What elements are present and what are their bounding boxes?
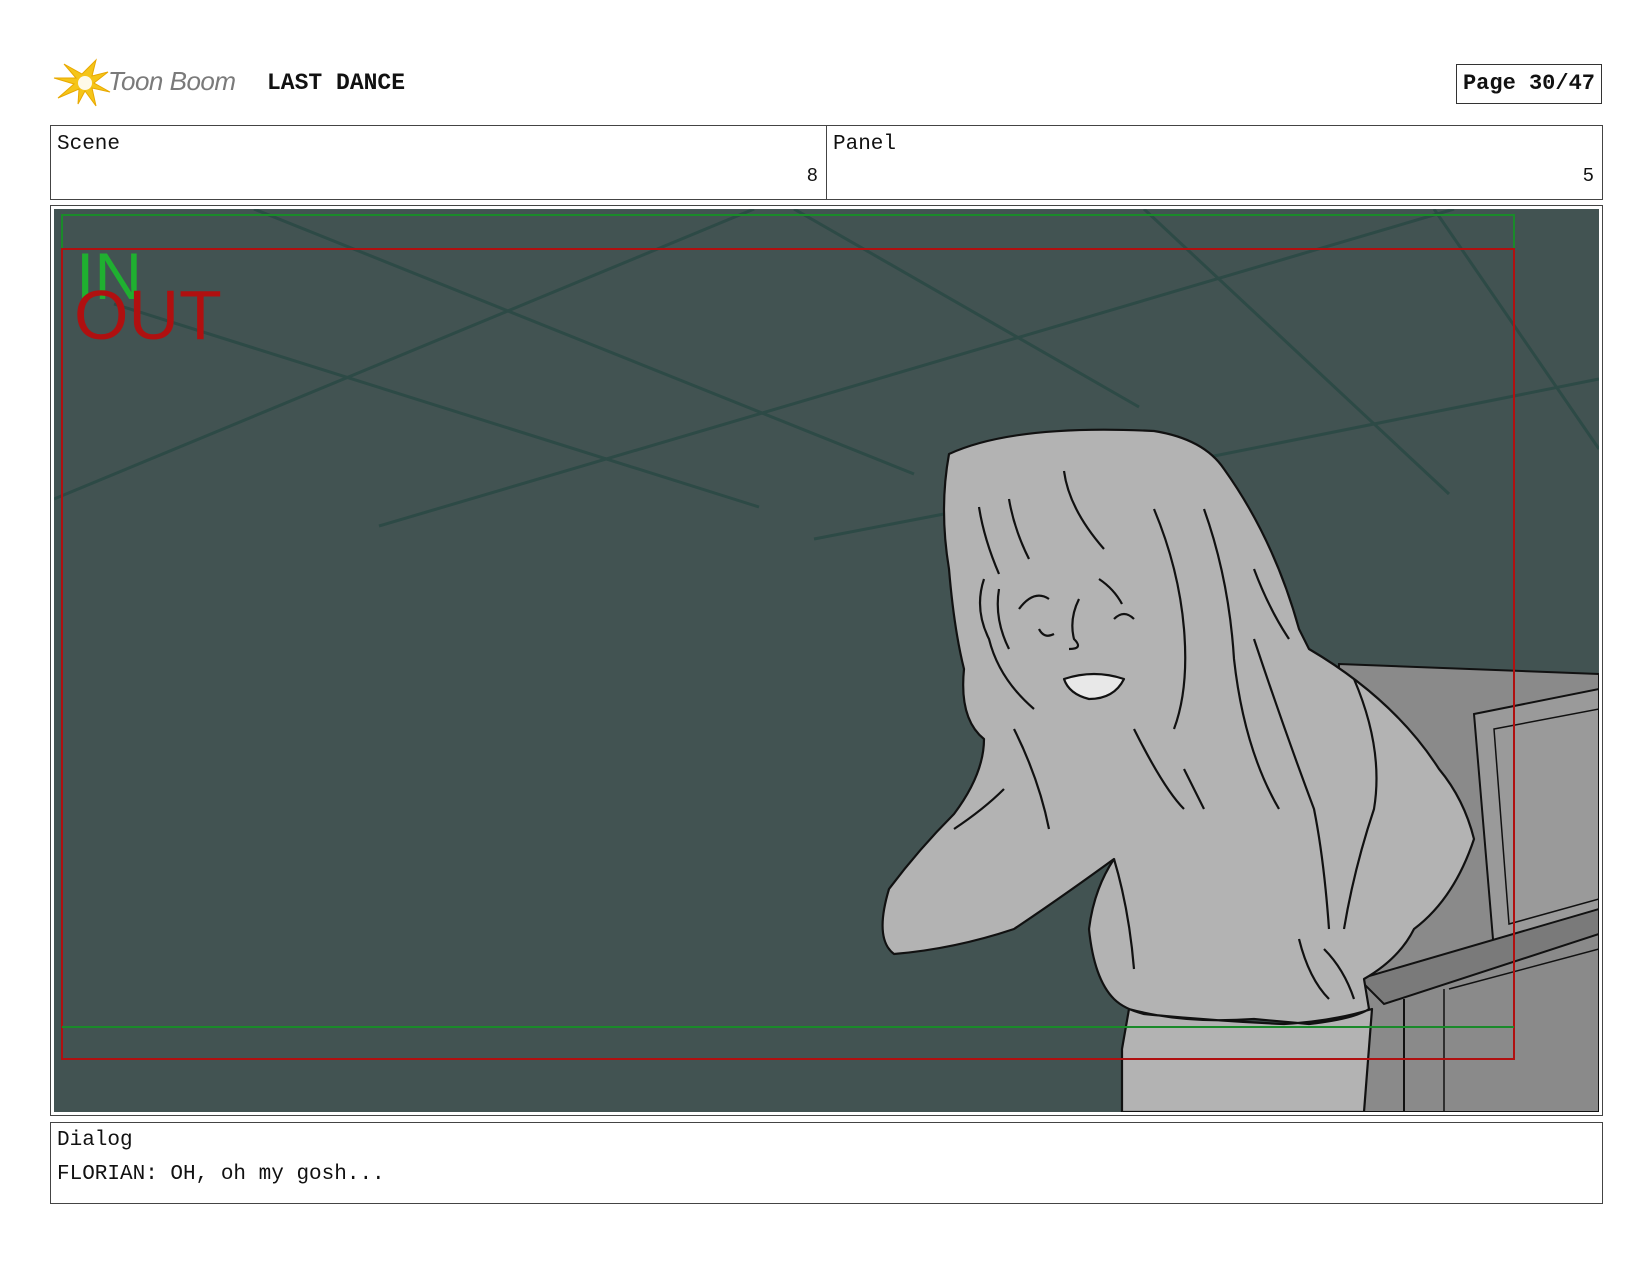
dialog-box: Dialog FLORIAN: OH, oh my gosh... [50, 1122, 1603, 1204]
page-number: Page 30/47 [1455, 64, 1602, 104]
scene-panel-row: Scene 8 Panel 5 [50, 125, 1603, 200]
project-title: LAST DANCE [267, 70, 406, 96]
page-header: Toon Boom LAST DANCE Page 30/47 [52, 56, 1602, 108]
panel-drawing: IN OUT [54, 209, 1599, 1112]
dialog-label: Dialog [57, 1129, 133, 1152]
scene-number: 8 [806, 165, 818, 187]
storyboard-frame: IN OUT [50, 205, 1603, 1116]
panel-label: Panel [833, 133, 897, 156]
out-label: OUT [74, 276, 222, 354]
scene-label: Scene [57, 133, 121, 156]
toon-boom-logo: Toon Boom [52, 56, 252, 108]
logo-wordmark: Toon Boom [108, 66, 236, 96]
dialog-text: FLORIAN: OH, oh my gosh... [57, 1163, 385, 1186]
panel-cell: Panel 5 [826, 126, 1602, 199]
starburst-icon [53, 58, 111, 107]
panel-number: 5 [1582, 165, 1594, 187]
scene-cell: Scene 8 [51, 126, 826, 199]
